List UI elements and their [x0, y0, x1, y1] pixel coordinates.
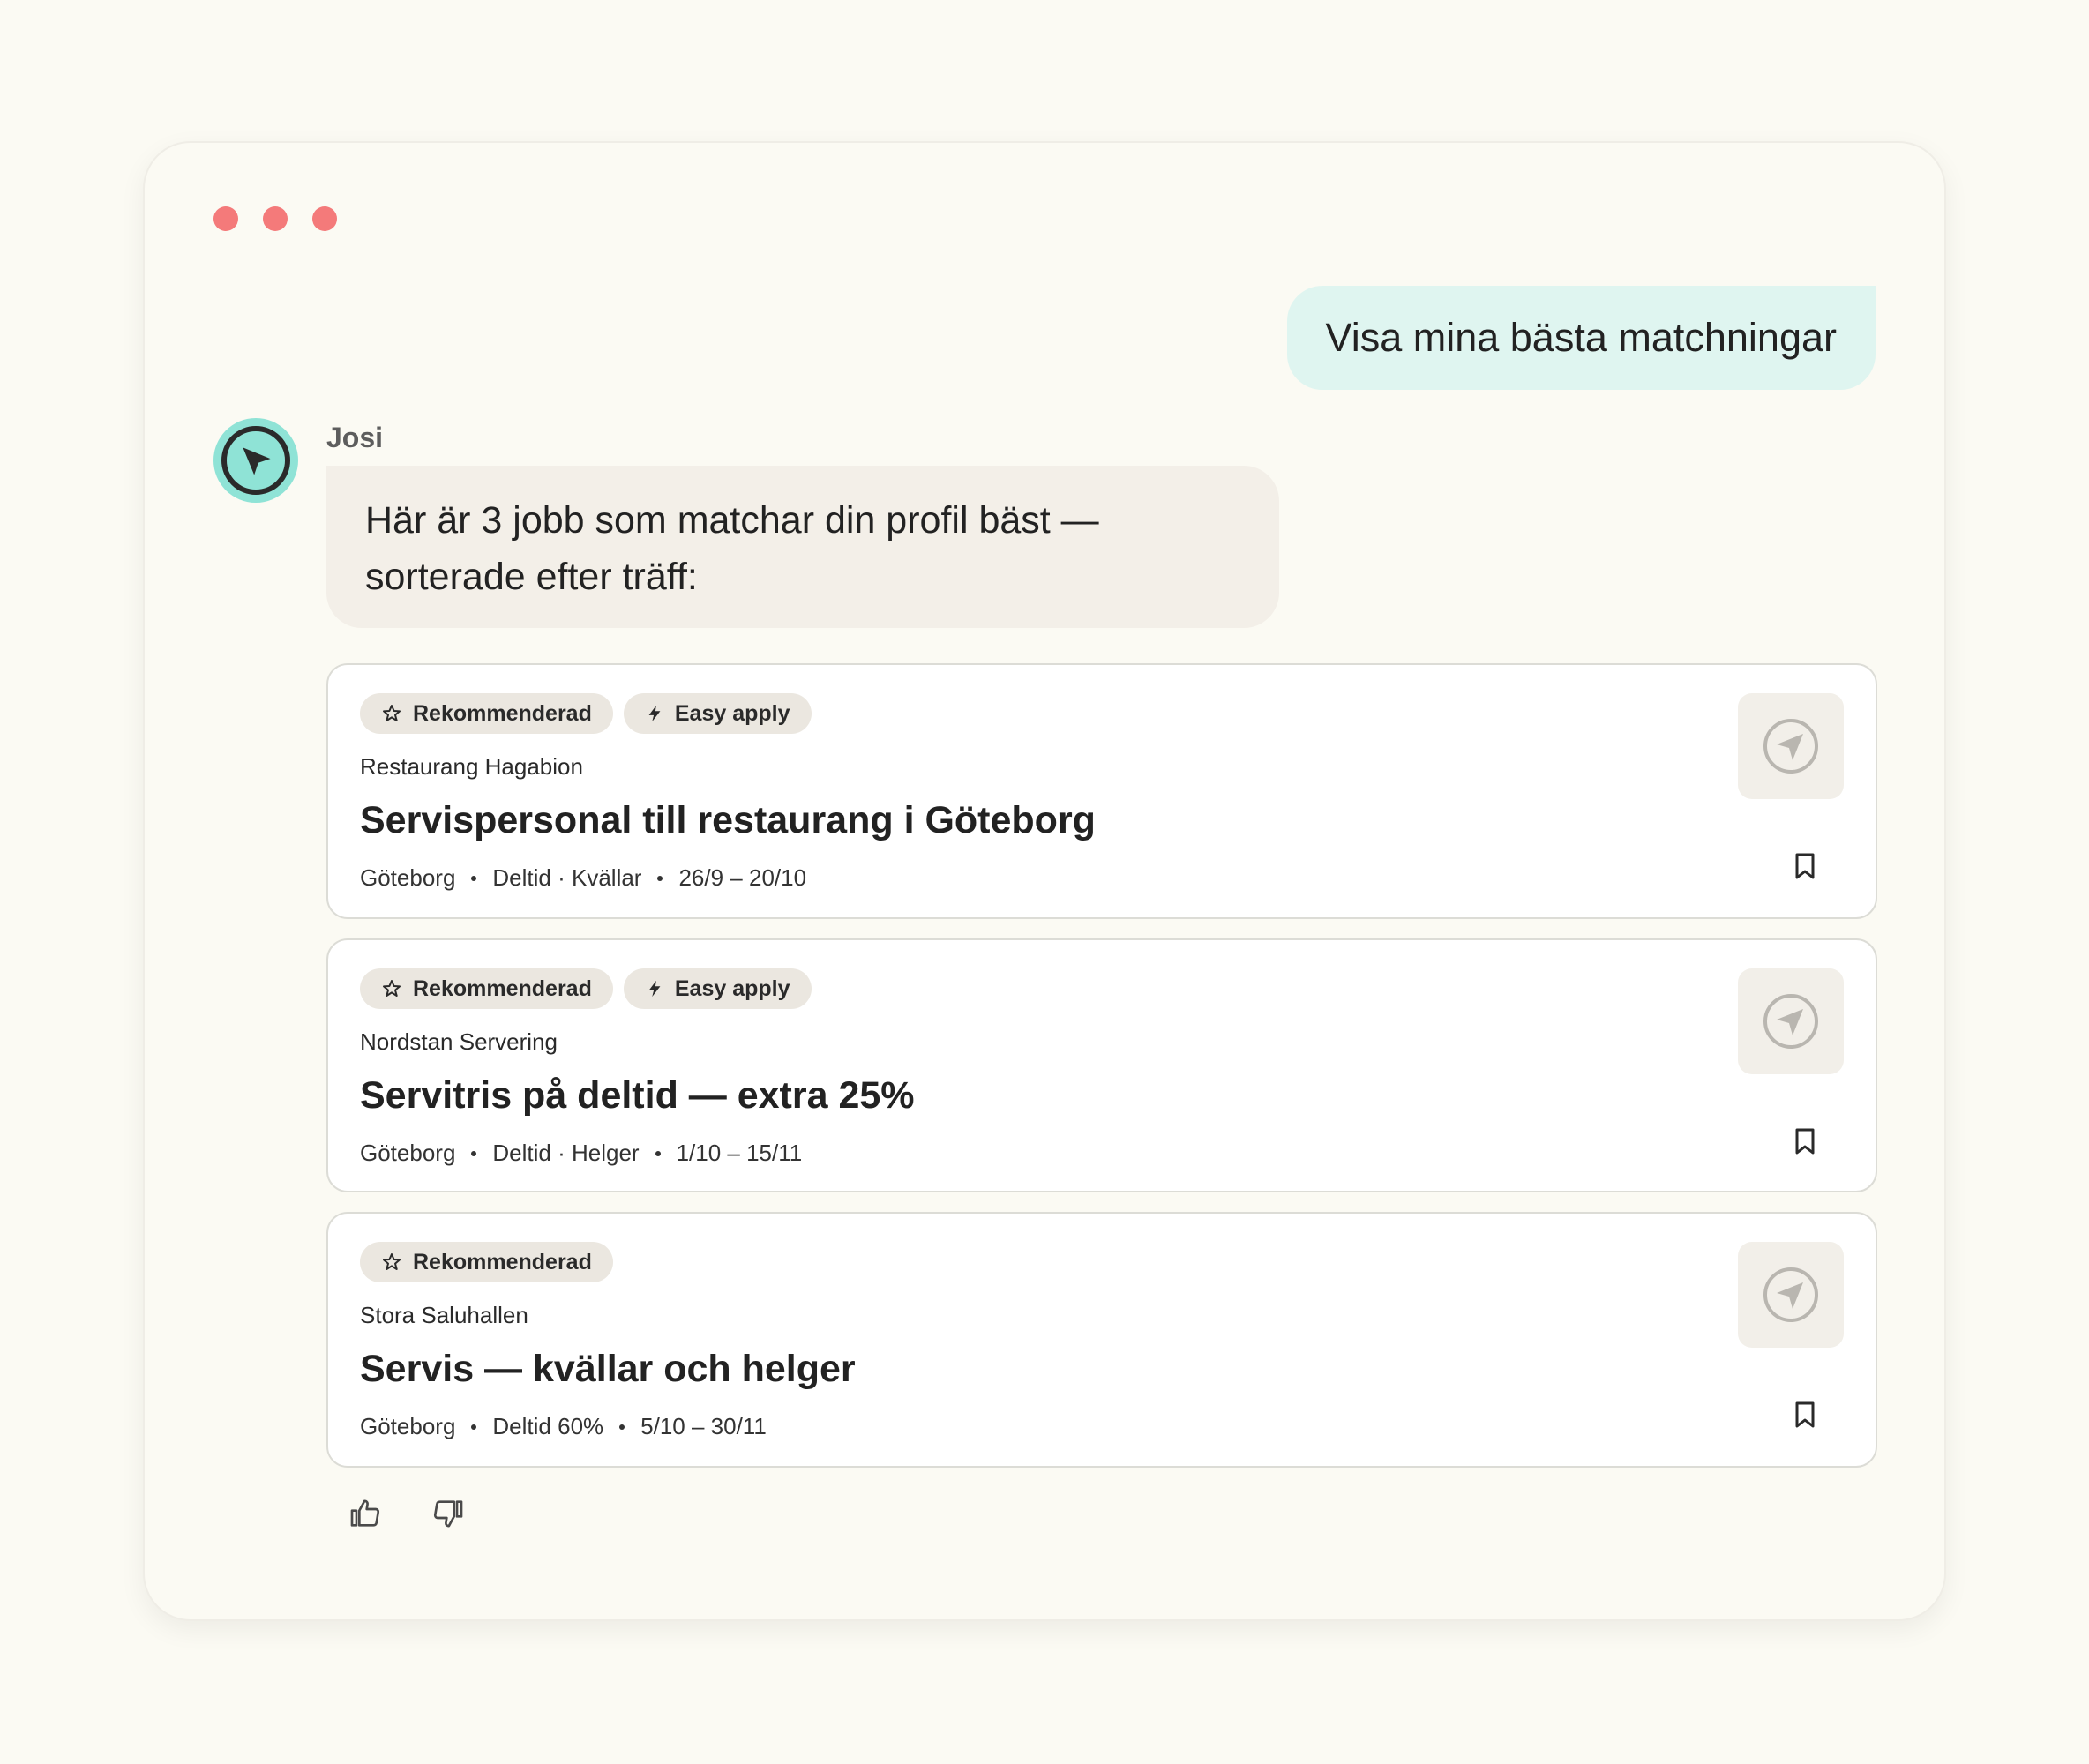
- company-logo: [1738, 1242, 1844, 1348]
- compass-icon: [1763, 1267, 1818, 1322]
- job-card[interactable]: Rekommenderad Easy apply Restaurang Haga…: [326, 663, 1877, 919]
- window-controls: [213, 206, 337, 231]
- star-icon: [383, 1253, 401, 1270]
- job-dates: 5/10 – 30/11: [640, 1413, 767, 1439]
- badge-row: Rekommenderad Easy apply: [360, 693, 812, 734]
- bookmark-icon[interactable]: [1787, 1397, 1823, 1432]
- company-name: Stora Saluhallen: [360, 1302, 528, 1328]
- job-meta: Göteborg Deltid 60% 5/10 – 30/11: [360, 1413, 767, 1440]
- badge-recommended: Rekommenderad: [360, 693, 613, 734]
- bot-message-line: Här är 3 jobb som matchar din profil bäs…: [365, 499, 1099, 542]
- job-type: Deltid · Helger: [492, 1140, 640, 1166]
- badge-recommended: Rekommenderad: [360, 968, 613, 1009]
- job-card[interactable]: Rekommenderad Easy apply Nordstan Server…: [326, 938, 1877, 1192]
- job-title[interactable]: Servispersonal till restaurang i Götebor…: [360, 799, 1096, 842]
- badge-row: Rekommenderad: [360, 1242, 613, 1282]
- job-meta: Göteborg Deltid · Helger 1/10 – 15/11: [360, 1140, 802, 1167]
- job-type: Deltid · Kvällar: [492, 864, 642, 891]
- job-card[interactable]: Rekommenderad Stora Saluhallen Servis — …: [326, 1212, 1877, 1468]
- company-name: Nordstan Servering: [360, 1028, 558, 1055]
- job-location: Göteborg: [360, 864, 456, 891]
- star-icon: [383, 705, 401, 721]
- job-location: Göteborg: [360, 1413, 456, 1439]
- job-type: Deltid 60%: [492, 1413, 604, 1439]
- job-meta: Göteborg Deltid · Kvällar 26/9 – 20/10: [360, 864, 806, 892]
- star-icon: [383, 980, 401, 997]
- job-title[interactable]: Servis — kvällar och helger: [360, 1348, 856, 1391]
- close-window-dot[interactable]: [213, 206, 238, 231]
- job-dates: 1/10 – 15/11: [676, 1140, 803, 1166]
- lightning-icon: [648, 705, 661, 722]
- badge-recommended: Rekommenderad: [360, 1242, 613, 1282]
- badge-easy-apply: Easy apply: [623, 968, 812, 1009]
- compass-icon: [1763, 719, 1818, 774]
- badge-easy-apply: Easy apply: [623, 693, 812, 734]
- badge-label: Rekommenderad: [413, 975, 592, 1001]
- company-logo: [1738, 968, 1844, 1074]
- thumbs-up-icon[interactable]: [344, 1492, 386, 1535]
- badge-label: Rekommenderad: [413, 700, 592, 726]
- company-logo: [1738, 693, 1844, 799]
- lightning-icon: [648, 980, 661, 998]
- feedback-row: [344, 1492, 469, 1535]
- bot-message-line: sorterade efter träff:: [365, 556, 698, 598]
- job-title[interactable]: Servitris på deltid — extra 25%: [360, 1074, 915, 1117]
- bot-name: Josi: [326, 422, 384, 453]
- minimize-window-dot[interactable]: [263, 206, 288, 231]
- badge-label: Easy apply: [674, 975, 790, 1001]
- job-dates: 26/9 – 20/10: [678, 864, 807, 891]
- bookmark-icon[interactable]: [1787, 848, 1823, 884]
- badge-label: Rekommenderad: [413, 1249, 592, 1274]
- compass-icon: [221, 426, 290, 495]
- company-name: Restaurang Hagabion: [360, 753, 583, 780]
- bot-message: Här är 3 jobb som matchar din profil bäs…: [326, 466, 1279, 628]
- maximize-window-dot[interactable]: [312, 206, 337, 231]
- bookmark-icon[interactable]: [1787, 1124, 1823, 1159]
- job-location: Göteborg: [360, 1140, 456, 1166]
- bot-avatar: [213, 418, 298, 503]
- chat-window: Visa mina bästa matchningar Josi Här är …: [143, 141, 1946, 1621]
- badge-label: Easy apply: [674, 700, 790, 726]
- compass-icon: [1763, 994, 1818, 1049]
- thumbs-down-icon[interactable]: [427, 1492, 469, 1535]
- user-message: Visa mina bästa matchningar: [1286, 286, 1876, 390]
- badge-row: Rekommenderad Easy apply: [360, 968, 812, 1009]
